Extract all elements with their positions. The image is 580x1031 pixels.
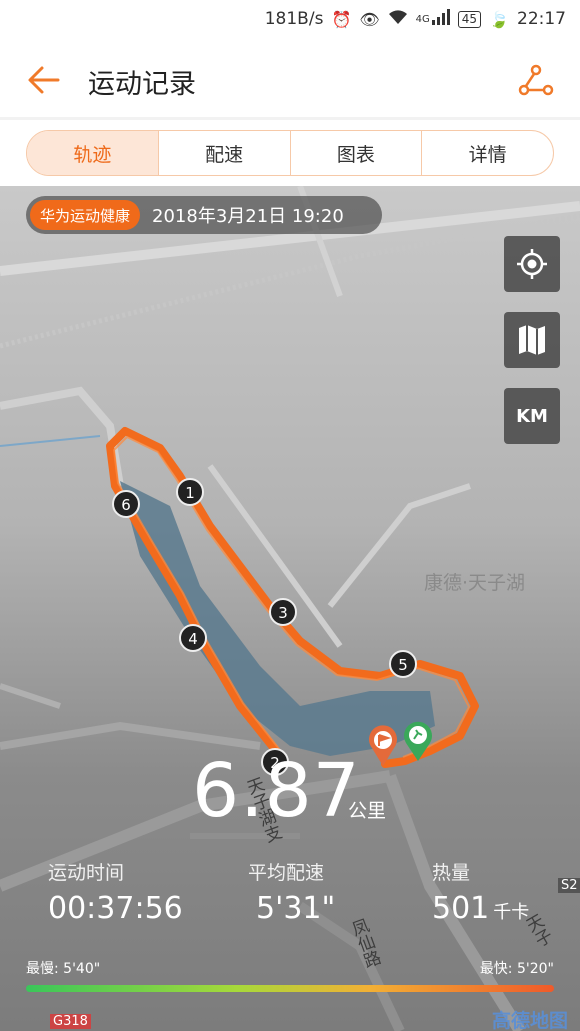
map-layer-button[interactable] [504,312,560,368]
pace-gradient-bar [26,985,554,992]
km-label: KM [516,405,548,427]
wifi-icon [388,9,408,29]
distance-unit: 公里 [348,800,387,822]
activity-date-pill: 华为运动健康 2018年3月21日 19:20 [26,196,382,234]
fastest-pace: 最快: 5'20" [480,958,554,978]
map-view[interactable]: 华为运动健康 2018年3月21日 19:20 KM 康德·天子湖 天子湖支 凤… [0,186,580,1031]
tab-chart[interactable]: 图表 [291,131,423,175]
fastest-label: 最快: [479,961,513,977]
stat-calories: 热量 501 千卡 [432,858,529,926]
network-type: 4G [415,13,430,25]
activity-datetime: 2018年3月21日 19:20 [152,206,344,227]
duration-value: 00:37:56 [48,891,183,926]
map-provider-logo: 高德地图 [491,1010,568,1031]
clock: 22:17 [517,9,566,29]
duration-label: 运动时间 [48,862,125,884]
map-icon [519,325,545,355]
arrow-left-icon [28,66,60,94]
battery-level: 45 [461,12,478,26]
pace-value: 5'31" [256,891,336,926]
total-distance: 6.87 [192,748,361,834]
eye-icon: 👁 [359,9,380,29]
calories-unit: 千卡 [493,902,530,923]
battery-indicator: 45 [457,10,482,28]
tab-pace[interactable]: 配速 [159,131,291,175]
alarm-icon: ⏰ [331,9,352,29]
calories-value: 501 [432,891,490,926]
slowest-pace: 最慢: 5'40" [26,958,100,978]
place-label: 康德·天子湖 [424,572,526,594]
tab-track[interactable]: 轨迹 [27,131,159,175]
brand-chip: 华为运动健康 [30,200,141,230]
road-code-badge-2: S2 [558,878,580,893]
network-speed: 181B/s [264,9,324,29]
status-bar: 181B/s ⏰ 👁 4G 45 🍃 22:17 [0,0,580,38]
slowest-value: 5'40" [63,961,101,977]
app-bar: 运动记录 [0,38,580,120]
signal-icon [431,9,450,29]
pace-label: 平均配速 [248,862,325,884]
road-code-badge: G318 [50,1014,91,1029]
stat-duration: 运动时间 00:37:56 [48,858,183,926]
tab-details[interactable]: 详情 [422,131,553,175]
tab-bar-container: 轨迹 配速 图表 详情 [0,123,580,186]
leaf-icon: 🍃 [489,9,509,29]
km-toggle-button[interactable]: KM [504,388,560,444]
page-title: 运动记录 [88,69,196,100]
back-button[interactable] [24,60,64,100]
share-button[interactable] [516,60,556,100]
crosshair-icon [517,249,547,279]
share-icon [518,64,554,96]
calories-label: 热量 [432,862,471,884]
locate-button[interactable] [504,236,560,292]
fastest-value: 5'20" [516,961,554,977]
slowest-label: 最慢: [26,961,59,977]
stat-pace: 平均配速 5'31" [248,858,335,926]
tab-bar: 轨迹 配速 图表 详情 [26,130,554,176]
